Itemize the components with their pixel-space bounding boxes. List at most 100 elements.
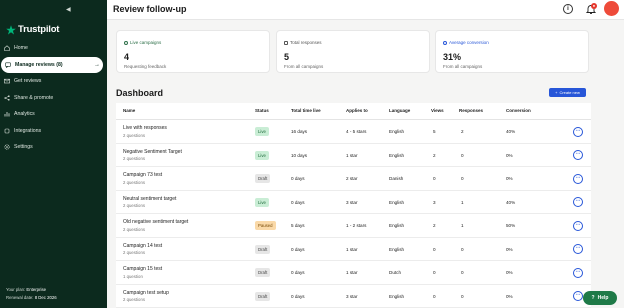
table-row[interactable]: Negative Sentiment Target 2 questions Live… (116, 144, 591, 167)
cell-views: 0 (433, 270, 436, 275)
cell-applies-to: 2 star (346, 176, 358, 181)
stat-label: Live campaigns (124, 40, 161, 45)
more-options-icon[interactable]: ⋯ (573, 220, 583, 231)
campaigns-table: Name Status Total time live Applies to L… (116, 103, 591, 308)
stat-label-text: Total responses (290, 40, 322, 45)
notification-badge: ● (591, 3, 597, 9)
chart-icon (4, 111, 10, 117)
sidebar-item-home[interactable]: Home (0, 40, 107, 57)
campaign-name[interactable]: Old negative sentiment target (123, 219, 188, 225)
mail-icon (4, 78, 10, 84)
status-badge: Live (255, 197, 269, 207)
plan-label: Your plan: (6, 287, 26, 292)
table-row[interactable]: Live with responses 2 questions Live 16 day… (116, 120, 591, 144)
campaign-name[interactable]: Live with responses (123, 125, 167, 131)
column-header-language[interactable]: Language (389, 108, 410, 113)
campaign-name[interactable]: Campaign 73 test (123, 172, 162, 178)
cell-responses: 1 (461, 199, 464, 205)
cell-responses: 1 (461, 223, 464, 228)
table-row[interactable]: Campaign 14 test 2 questions Draft 0 days 1 … (116, 238, 591, 261)
status-badge: Paused (255, 221, 276, 230)
renewal-value: 8 Dec 2026 (34, 295, 57, 300)
stat-sub: Requesting feedback (124, 64, 167, 69)
cell-responses: 0 (461, 176, 464, 181)
sidebar-item-label: Get reviews (14, 78, 42, 85)
cell-conversion: 0% (506, 246, 513, 252)
cell-applies-to: 1 star (346, 152, 358, 158)
stat-label: Total responses (284, 40, 322, 45)
column-header-name[interactable]: Name (123, 108, 135, 113)
percent-icon (443, 40, 447, 45)
stat-label-text: Average conversion (449, 40, 489, 45)
more-options-icon[interactable]: ⋯ (573, 267, 583, 278)
cell-views: 0 (433, 293, 436, 299)
column-header-time-live[interactable]: Total time live (291, 108, 321, 113)
column-header-applies-to[interactable]: Applies to (346, 108, 368, 113)
cell-language: Danish (389, 176, 404, 181)
plan-value: Enterprise (26, 287, 46, 292)
sidebar-item-label: Integrations (14, 127, 42, 134)
cell-language: English (389, 152, 405, 158)
avatar[interactable] (604, 1, 619, 16)
cell-responses: 0 (461, 270, 464, 275)
create-new-label: Create new (559, 90, 580, 95)
home-icon (4, 45, 10, 52)
campaign-name[interactable]: Neutral sentiment target (123, 196, 176, 202)
sidebar-item-settings[interactable]: Settings (0, 139, 107, 156)
table-row[interactable]: Neutral sentiment target 2 questions Live 0… (116, 191, 591, 214)
stat-label: Average conversion (443, 40, 489, 45)
status-badge: Live (255, 127, 269, 136)
stat-sub: From all campaigns (443, 64, 483, 69)
main-content: Live campaigns 4 Requesting feedback Tot… (107, 20, 624, 308)
status-badge: Draft (255, 244, 271, 254)
brand-logo[interactable]: Trustpilot (6, 24, 59, 35)
sidebar-item-manage-reviews[interactable]: Manage reviews (8) → (1, 56, 103, 73)
campaign-question-count: 2 questions (123, 132, 145, 138)
column-header-views[interactable]: Views (431, 108, 444, 113)
campaign-question-count: 2 questions (123, 156, 145, 161)
campaign-name[interactable]: Campaign 14 test (123, 243, 162, 249)
cell-language: English (389, 129, 405, 134)
column-header-conversion[interactable]: Conversion (506, 108, 531, 113)
status-badge: Live (255, 150, 269, 160)
table-row[interactable]: Old negative sentiment target 2 questions… (116, 214, 591, 238)
sidebar-item-get-reviews[interactable]: Get reviews (0, 73, 107, 90)
more-options-icon[interactable]: ⋯ (573, 126, 583, 137)
circle-icon (124, 40, 128, 45)
campaign-name[interactable]: Campaign test setup (123, 290, 169, 296)
campaign-name[interactable]: Negative Sentiment Target (123, 149, 182, 155)
plan-info: Your plan: Enterprise Renewal date: 8 De… (6, 286, 57, 302)
cell-views: 0 (433, 246, 436, 252)
sidebar: ◀ Trustpilot Home Manage reviews (8) → G… (0, 0, 107, 308)
more-options-icon[interactable]: ⋯ (573, 244, 583, 254)
cell-conversion: 40% (506, 129, 516, 134)
brand-name: Trustpilot (18, 24, 60, 35)
star-icon (6, 24, 16, 34)
collapse-sidebar-icon[interactable]: ◀ (66, 6, 71, 13)
cell-language: English (389, 246, 405, 252)
help-icon[interactable]: i (563, 4, 573, 14)
message-icon (5, 62, 11, 68)
more-options-icon[interactable]: ⋯ (573, 291, 583, 301)
table-row[interactable]: Campaign 73 test 2 questions Draft 0 days 2 … (116, 167, 591, 191)
cell-responses: 0 (461, 246, 464, 252)
campaign-name[interactable]: Campaign 15 test (123, 266, 162, 272)
more-options-icon[interactable]: ⋯ (573, 197, 583, 207)
plug-icon (4, 128, 10, 134)
table-row[interactable]: Campaign 15 test 1 question Draft 0 days 1 s… (116, 261, 591, 285)
column-header-responses[interactable]: Responses (459, 108, 483, 113)
cell-applies-to: 3 star (346, 199, 358, 205)
more-options-icon[interactable]: ⋯ (573, 173, 583, 184)
sidebar-item-integrations[interactable]: Integrations (0, 123, 107, 140)
table-header: Name Status Total time live Applies to L… (116, 103, 591, 120)
sidebar-item-analytics[interactable]: Analytics (0, 106, 107, 123)
column-header-status[interactable]: Status (255, 108, 269, 113)
more-options-icon[interactable]: ⋯ (573, 150, 583, 160)
table-row[interactable]: Campaign test setup 2 questions Draft 0 day… (116, 285, 591, 308)
create-new-button[interactable]: + Create new (549, 88, 586, 97)
stat-value: 4 (124, 52, 130, 62)
cell-views: 5 (433, 129, 436, 134)
help-button[interactable]: ? Help (583, 291, 617, 305)
sidebar-item-share-promote[interactable]: Share & promote (0, 90, 107, 107)
sidebar-item-label: Share & promote (14, 94, 54, 101)
